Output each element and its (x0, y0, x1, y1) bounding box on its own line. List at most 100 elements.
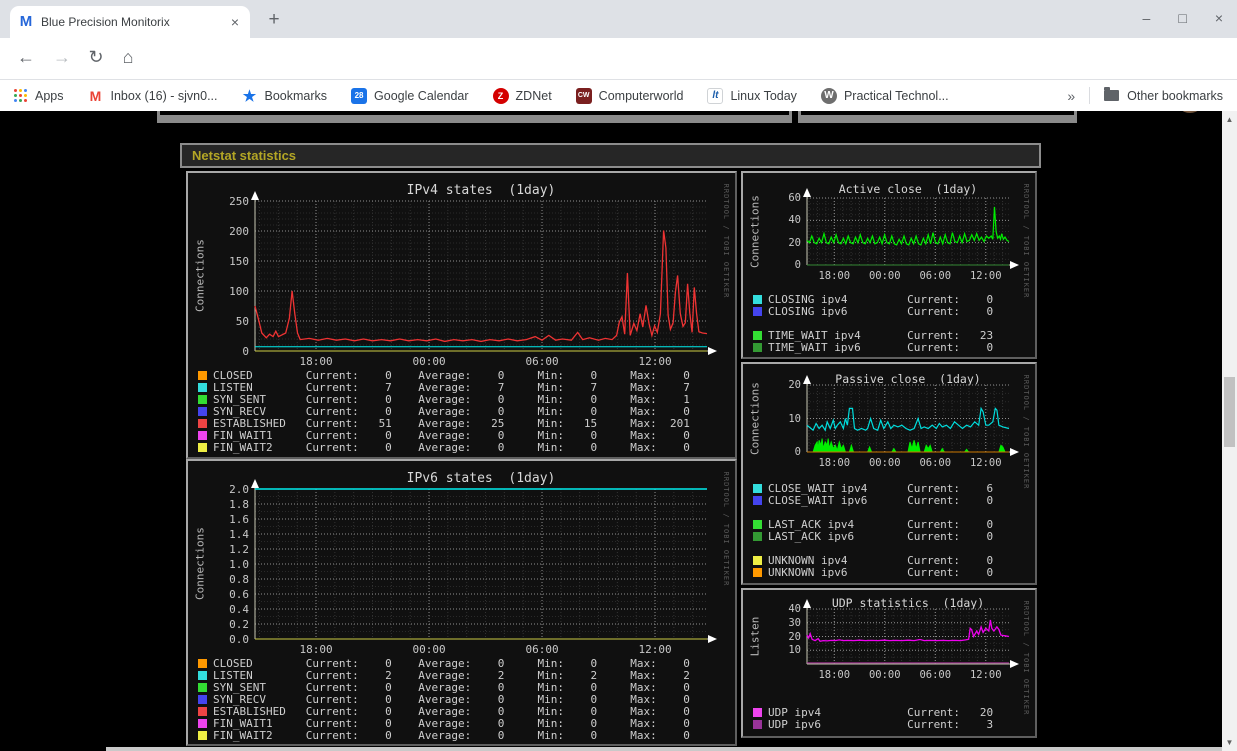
legend-row: LAST_ACK ipv6 Current: 0 (753, 531, 993, 542)
monitorix-favicon-icon: M (19, 13, 33, 30)
legend-color-swatch (198, 419, 207, 428)
zdnet-bookmark-icon: Z (492, 87, 509, 104)
window-maximize-button[interactable]: □ (1178, 10, 1186, 26)
y-axis-tick-label: 1.6 (229, 513, 249, 526)
x-axis-tick-label: 00:00 (412, 355, 446, 368)
bookmark-item[interactable]: W Practical Technol... (820, 87, 949, 104)
legend-row: LAST_ACK ipv4 Current: 0 (753, 519, 993, 530)
legend-row: TIME_WAIT ipv4 Current: 23 (753, 330, 993, 341)
x-axis-tick-label: 18:00 (299, 643, 333, 656)
ipv4-states-graph[interactable]: IPv4 states (1day) 0 50 100 150 200 250 18:00 00… (186, 171, 737, 459)
scroll-up-arrow-icon[interactable]: ▲ (1222, 112, 1237, 127)
active-close-graph[interactable]: Active close (1day) 0 20 40 60 18:00 00:00 06:0… (741, 171, 1037, 359)
netstat-section-header-inner: Netstat statistics (182, 145, 1039, 166)
chart-plot (803, 375, 1019, 456)
legend-row: CLOSED Current: 0 Average: 0 Min: 0 Max:… (198, 658, 690, 669)
legend-text: UNKNOWN ipv6 Current: 0 (768, 566, 994, 579)
x-axis-tick-label: 06:00 (525, 643, 559, 656)
calendar-bookmark-icon: 28 (351, 87, 368, 104)
bookmark-label: Linux Today (730, 88, 797, 103)
legend-row: CLOSED Current: 0 Average: 0 Min: 0 Max:… (198, 370, 690, 381)
x-axis-tick-label: 06:00 (525, 355, 559, 368)
bookmark-label: Practical Technol... (843, 88, 949, 103)
scrollbar[interactable]: ▲ ▼ (1222, 111, 1237, 751)
bookmark-item[interactable]: M Inbox (16) - sjvn0... (88, 88, 218, 104)
legend-row: UDP ipv6 Current: 3 (753, 719, 993, 730)
rrdtool-watermark: RRDTOOL / TOBI OETIKER (1022, 374, 1030, 490)
bookmark-item[interactable]: lt Linux Today (707, 87, 797, 104)
forward-button[interactable]: → (50, 47, 74, 68)
back-button[interactable]: ← (14, 47, 38, 68)
rrdtool-watermark: RRDTOOL / TOBI OETIKER (1022, 600, 1030, 716)
bookmark-label: Bookmarks (264, 88, 328, 103)
legend-color-swatch (198, 407, 207, 416)
legend-color-swatch (753, 295, 762, 304)
chart-title: Passive close (1day) (835, 372, 981, 386)
scrollbar-thumb[interactable] (1224, 377, 1235, 447)
legend-color-swatch (753, 331, 762, 340)
x-axis-tick-label: 12:00 (969, 270, 1002, 282)
y-axis-tick-label: 250 (229, 195, 249, 208)
bookmarks-overflow-chevron[interactable]: » (1067, 88, 1075, 104)
legend-row: ESTABLISHED Current: 51 Average: 25 Min:… (198, 418, 690, 429)
legend-text: FIN_WAIT2 Current: 0 Average: 0 Min: 0 M… (213, 729, 690, 742)
legend-row: LISTEN Current: 2 Average: 2 Min: 2 Max:… (198, 670, 690, 681)
chart-title: IPv4 states (1day) (406, 183, 556, 198)
legend-color-swatch (753, 496, 762, 505)
x-axis-tick-label: 12:00 (638, 643, 672, 656)
browser-tab[interactable]: M Blue Precision Monitorix × (10, 6, 250, 38)
new-tab-button[interactable]: + (262, 8, 286, 32)
legend-text: CLOSING ipv6 Current: 0 (768, 305, 994, 318)
reload-button[interactable]: ↻ (84, 47, 108, 68)
bookmark-item[interactable]: Z ZDNet (492, 87, 552, 104)
legend-color-swatch (198, 383, 207, 392)
x-axis-tick-label: 00:00 (868, 669, 901, 681)
x-axis-tick-label: 06:00 (919, 457, 952, 469)
y-axis-tick-label: 100 (229, 285, 249, 298)
legend-text: CLOSE_WAIT ipv6 Current: 0 (768, 494, 994, 507)
browser-toolbar: ← → ↻ ⌂ i localhost:8080/monitorix-cgi/m… (0, 38, 1237, 113)
legend-row: SYN_RECV Current: 0 Average: 0 Min: 0 Ma… (198, 406, 690, 417)
legend-color-swatch (198, 707, 207, 716)
bookmark-items: M Inbox (16) - sjvn0... ★ Bookmarks 28 Google… (88, 87, 973, 105)
passive-close-graph[interactable]: Passive close (1day) 0 10 20 18:00 00:00 06:00… (741, 362, 1037, 585)
chart-plot (803, 599, 1019, 668)
legend-color-swatch (198, 659, 207, 668)
legend-text: FIN_WAIT2 Current: 0 Average: 0 Min: 0 M… (213, 441, 690, 454)
bookmark-item[interactable]: ★ Bookmarks (242, 87, 328, 105)
apps-shortcut[interactable]: Apps (14, 88, 64, 103)
bookmark-item[interactable]: 28 Google Calendar (351, 87, 469, 104)
netstat-section-header: Netstat statistics (180, 143, 1041, 168)
ipv6-states-graph[interactable]: IPv6 states (1day) 0.0 0.2 0.4 0.6 0.8 1.0 1.2 1… (186, 459, 737, 746)
legend-color-swatch (198, 731, 207, 740)
x-axis-tick-label: 12:00 (638, 355, 672, 368)
y-axis-tick-label: 0.6 (229, 588, 249, 601)
star-bookmark-icon: ★ (242, 87, 257, 105)
window-minimize-button[interactable]: – (1143, 10, 1151, 26)
scroll-down-arrow-icon[interactable]: ▼ (1222, 735, 1237, 750)
window-close-button[interactable]: × (1215, 10, 1223, 26)
legend-row: CLOSING ipv6 Current: 0 (753, 306, 993, 317)
tab-close-icon[interactable]: × (228, 14, 242, 30)
y-axis-label: Connections (748, 381, 762, 455)
legend-row: CLOSE_WAIT ipv6 Current: 0 (753, 495, 993, 506)
legend-row: TIME_WAIT ipv6 Current: 0 (753, 342, 993, 353)
udp-statistics-graph[interactable]: UDP statistics (1day) 10 20 30 40 18:00 00:00 0… (741, 588, 1037, 738)
legend-color-swatch (753, 568, 762, 577)
bookmark-label: ZDNet (515, 88, 552, 103)
chart-plot (803, 188, 1019, 269)
legend-row: ESTABLISHED Current: 0 Average: 0 Min: 0… (198, 706, 690, 717)
chart-title: IPv6 states (1day) (406, 471, 556, 486)
legend-row: SYN_RECV Current: 0 Average: 0 Min: 0 Ma… (198, 694, 690, 705)
x-axis-tick-label: 06:00 (919, 270, 952, 282)
x-axis-tick-label: 18:00 (818, 669, 851, 681)
y-axis-tick-label: 0.2 (229, 618, 249, 631)
x-axis-tick-label: 00:00 (868, 270, 901, 282)
x-axis-tick-label: 18:00 (299, 355, 333, 368)
home-button[interactable]: ⌂ (116, 47, 140, 68)
chart-title: UDP statistics (1day) (831, 596, 985, 610)
bookmark-item[interactable]: CW Computerworld (575, 87, 683, 104)
other-bookmarks-button[interactable]: Other bookmarks (1104, 87, 1223, 103)
legend-row: LISTEN Current: 7 Average: 7 Min: 7 Max:… (198, 382, 690, 393)
legend-color-swatch (198, 371, 207, 380)
